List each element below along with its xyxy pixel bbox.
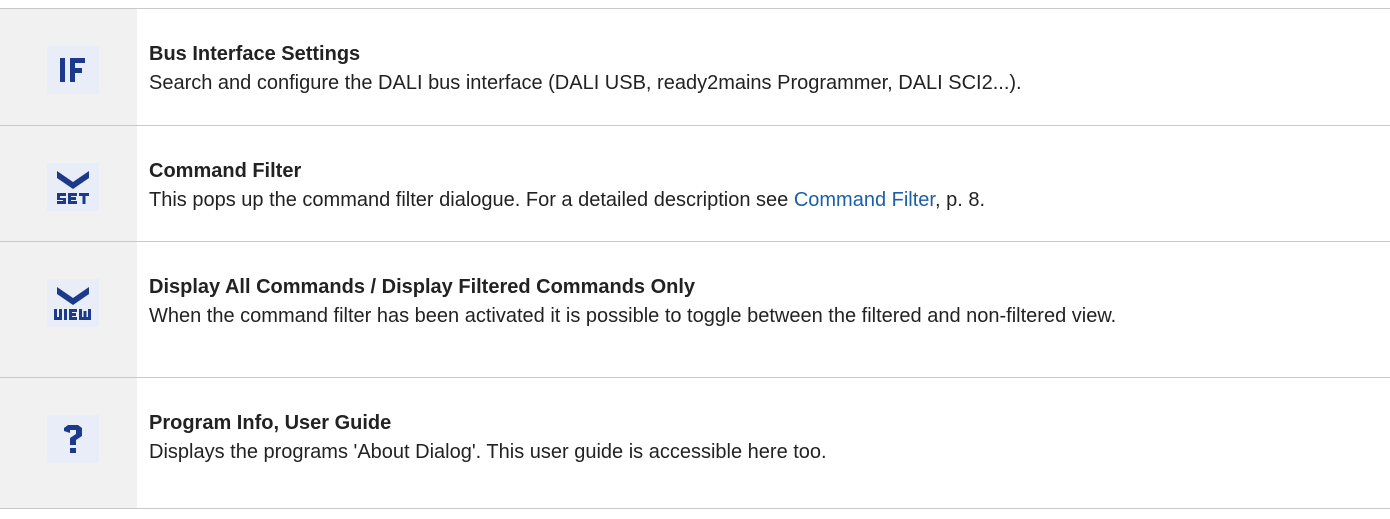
row-description: Displays the programs 'About Dialog'. Th… [149, 441, 827, 463]
set-filter-icon [57, 171, 89, 204]
icon-cell [0, 378, 137, 508]
description-text: This pops up the command filter dialogue… [149, 189, 794, 211]
toolbar-reference-table: Bus Interface Settings Search and config… [0, 8, 1390, 509]
text-cell: Program Info, User Guide Displays the pr… [137, 378, 1390, 508]
program-info-icon [47, 415, 99, 463]
command-filter-icon [47, 163, 99, 211]
table-row: Display All Commands / Display Filtered … [0, 242, 1390, 378]
text-cell: Bus Interface Settings Search and config… [137, 9, 1390, 125]
display-filter-icon [47, 279, 99, 327]
table-row: Program Info, User Guide Displays the pr… [0, 378, 1390, 509]
row-description: This pops up the command filter dialogue… [149, 185, 1179, 216]
table-row: Bus Interface Settings Search and config… [0, 9, 1390, 126]
command-filter-link[interactable]: Command Filter [794, 189, 935, 211]
row-title: Display All Commands / Display Filtered … [149, 276, 696, 298]
row-title: Program Info, User Guide [149, 412, 392, 434]
if-icon [60, 58, 85, 82]
text-cell: Display All Commands / Display Filtered … [137, 242, 1390, 377]
icon-cell [0, 242, 137, 377]
row-title: Bus Interface Settings [149, 43, 361, 65]
row-title: Command Filter [149, 160, 302, 182]
table-row: Command Filter This pops up the command … [0, 126, 1390, 242]
icon-cell [0, 9, 137, 125]
row-description: Search and configure the DALI bus interf… [149, 72, 1022, 94]
icon-cell [0, 126, 137, 241]
view-filter-icon [54, 287, 91, 320]
page-reference: , p. 8. [934, 189, 985, 211]
question-icon [64, 425, 82, 453]
text-cell: Command Filter This pops up the command … [137, 126, 1390, 241]
bus-interface-icon [47, 46, 99, 94]
row-description: When the command filter has been activat… [149, 305, 1117, 327]
